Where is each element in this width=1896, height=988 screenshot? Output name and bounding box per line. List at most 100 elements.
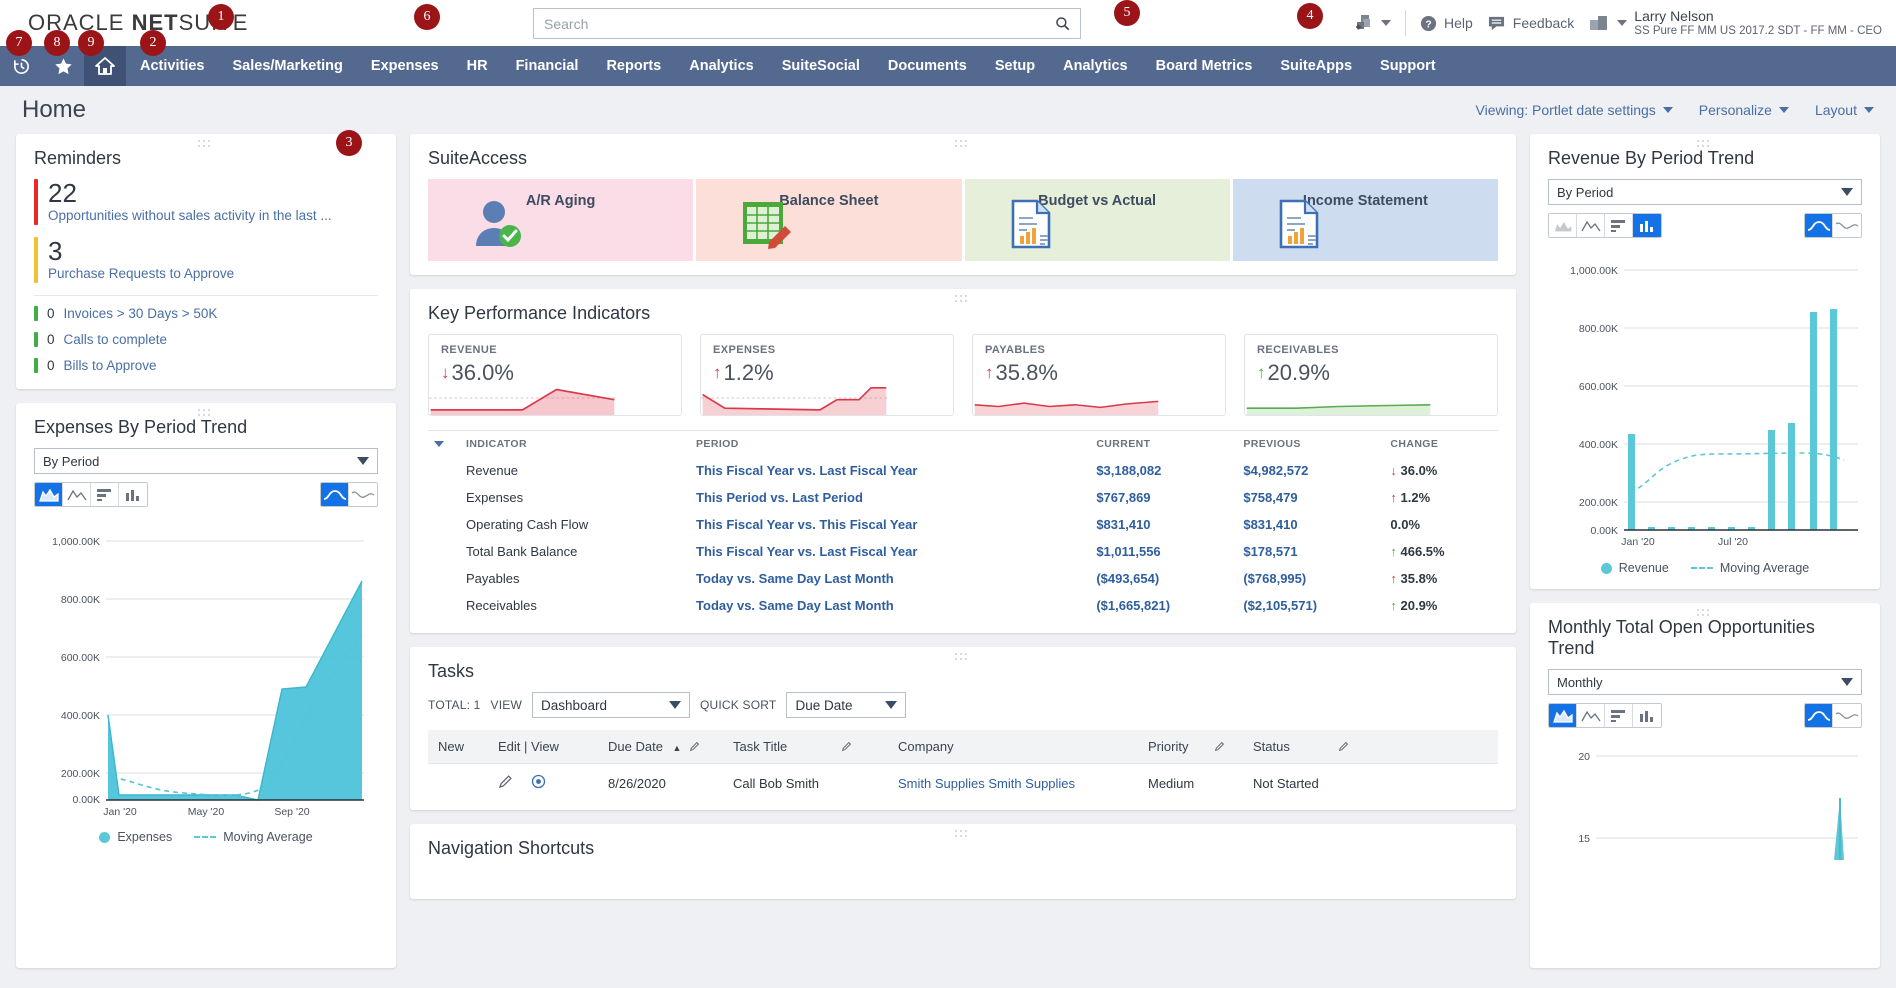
nav-item-reports[interactable]: Reports: [592, 46, 675, 86]
kpi-period[interactable]: Today vs. Same Day Last Month: [690, 592, 1090, 619]
pencil-icon[interactable]: [841, 741, 852, 752]
chart-type-hbar-button[interactable]: [1605, 214, 1633, 237]
reminder-list-item[interactable]: 0 Bills to Approve: [34, 358, 378, 373]
reminder-label[interactable]: Opportunities without sales activity in …: [48, 207, 332, 225]
kpi-col-indicator[interactable]: INDICATOR: [460, 431, 690, 458]
tasks-col-priority[interactable]: Priority: [1138, 730, 1243, 764]
nav-item-setup[interactable]: Setup: [981, 46, 1049, 86]
tasks-company[interactable]: Smith Supplies Smith Supplies: [888, 764, 1138, 803]
global-search[interactable]: [533, 8, 1081, 39]
reminder-label[interactable]: Calls to complete: [64, 332, 168, 347]
kpi-col-previous[interactable]: PREVIOUS: [1237, 431, 1384, 458]
kpi-table-row[interactable]: Receivables Today vs. Same Day Last Mont…: [428, 592, 1498, 619]
kpi-table-row[interactable]: Payables Today vs. Same Day Last Month (…: [428, 565, 1498, 592]
tasks-quicksort-select[interactable]: Due Date: [786, 692, 906, 718]
kpi-card-expenses[interactable]: EXPENSES ↑ 1.2%: [700, 334, 954, 416]
kpi-col-change[interactable]: CHANGE: [1384, 431, 1498, 458]
edit-pencil-icon[interactable]: [498, 774, 513, 789]
chart-type-hbar-button[interactable]: [91, 483, 119, 506]
chart-type-vbar-button[interactable]: [1633, 704, 1661, 727]
tasks-view-select[interactable]: Dashboard: [532, 692, 690, 718]
chart-type-hbar-button[interactable]: [1605, 704, 1633, 727]
kpi-table-row[interactable]: Operating Cash Flow This Fiscal Year vs.…: [428, 511, 1498, 538]
chart-type-vbar-button[interactable]: [1633, 214, 1661, 237]
chart-type-area-button[interactable]: [1549, 704, 1577, 727]
user-menu[interactable]: Larry Nelson SS Pure FF MM US 2017.2 SDT…: [1588, 8, 1882, 38]
help-link[interactable]: ? Help: [1420, 15, 1473, 32]
kpi-sort-toggle[interactable]: [428, 431, 460, 458]
kpi-table-row[interactable]: Revenue This Fiscal Year vs. Last Fiscal…: [428, 457, 1498, 484]
drag-handle-icon[interactable]: [1697, 609, 1713, 617]
kpi-period[interactable]: Today vs. Same Day Last Month: [690, 565, 1090, 592]
kpi-card-payables[interactable]: PAYABLES ↑ 35.8%: [972, 334, 1226, 416]
viewing-portlet-date-settings[interactable]: Viewing: Portlet date settings: [1476, 102, 1673, 118]
tasks-col-new[interactable]: New: [428, 730, 488, 764]
kpi-table-row[interactable]: Total Bank Balance This Fiscal Year vs. …: [428, 538, 1498, 565]
reminder-highlight[interactable]: 3 Purchase Requests to Approve: [34, 237, 378, 283]
kpi-period[interactable]: This Fiscal Year vs. Last Fiscal Year: [690, 538, 1090, 565]
chart-smooth-on-button[interactable]: [321, 483, 349, 506]
tasks-col-edit-view[interactable]: Edit | View: [488, 730, 598, 764]
tasks-col-company[interactable]: Company: [888, 730, 1138, 764]
quick-add-menu[interactable]: [1354, 14, 1391, 32]
chart-type-line-button[interactable]: [63, 483, 91, 506]
drag-handle-icon[interactable]: [1697, 140, 1713, 148]
personalize-menu[interactable]: Personalize: [1699, 102, 1789, 118]
chart-smooth-off-button[interactable]: [1833, 704, 1861, 727]
chart-type-line-button[interactable]: [1577, 214, 1605, 237]
reminder-label[interactable]: Bills to Approve: [64, 358, 157, 373]
nav-item-financial[interactable]: Financial: [502, 46, 593, 86]
chart-smooth-on-button[interactable]: [1805, 214, 1833, 237]
reminder-label[interactable]: Invoices > 30 Days > 50K: [64, 306, 218, 321]
pencil-icon[interactable]: [1214, 741, 1225, 752]
kpi-card-receivables[interactable]: RECEIVABLES ↑ 20.9%: [1244, 334, 1498, 416]
reminder-list-item[interactable]: 0 Invoices > 30 Days > 50K: [34, 306, 378, 321]
nav-item-suitesocial[interactable]: SuiteSocial: [768, 46, 874, 86]
kpi-col-current[interactable]: CURRENT: [1090, 431, 1237, 458]
tasks-col-task-title[interactable]: Task Title: [723, 730, 888, 764]
tile-ar-aging[interactable]: A/R Aging: [428, 179, 693, 261]
tile-balance-sheet[interactable]: Balance Sheet: [696, 179, 961, 261]
nav-item-expenses[interactable]: Expenses: [357, 46, 453, 86]
kpi-period[interactable]: This Fiscal Year vs. This Fiscal Year: [690, 511, 1090, 538]
reminder-label[interactable]: Purchase Requests to Approve: [48, 265, 234, 283]
kpi-period[interactable]: This Fiscal Year vs. Last Fiscal Year: [690, 457, 1090, 484]
opportunities-period-select[interactable]: Monthly: [1548, 669, 1862, 695]
feedback-link[interactable]: Feedback: [1487, 15, 1574, 32]
search-button[interactable]: [1044, 9, 1080, 38]
drag-handle-icon[interactable]: [198, 409, 214, 417]
chart-smooth-off-button[interactable]: [349, 483, 377, 506]
nav-item-activities[interactable]: Activities: [126, 46, 218, 86]
tasks-table-row[interactable]: 8/26/2020 Call Bob Smith Smith Supplies …: [428, 764, 1498, 803]
nav-item-suiteapps[interactable]: SuiteApps: [1266, 46, 1366, 86]
tasks-col-due-date[interactable]: Due Date ▲: [598, 730, 723, 764]
kpi-col-period[interactable]: PERIOD: [690, 431, 1090, 458]
nav-item-hr[interactable]: HR: [453, 46, 502, 86]
expenses-period-select[interactable]: By Period: [34, 448, 378, 474]
nav-item-board-metrics[interactable]: Board Metrics: [1142, 46, 1267, 86]
pencil-icon[interactable]: [1338, 741, 1349, 752]
pencil-icon[interactable]: [689, 741, 700, 752]
layout-menu[interactable]: Layout: [1815, 102, 1874, 118]
chart-type-area-button[interactable]: [1549, 214, 1577, 237]
drag-handle-icon[interactable]: [955, 830, 971, 838]
nav-item-sales-marketing[interactable]: Sales/Marketing: [218, 46, 356, 86]
drag-handle-icon[interactable]: [955, 140, 971, 148]
revenue-period-select[interactable]: By Period: [1548, 179, 1862, 205]
chart-smooth-on-button[interactable]: [1805, 704, 1833, 727]
kpi-period[interactable]: This Period vs. Last Period: [690, 484, 1090, 511]
nav-item-analytics[interactable]: Analytics: [675, 46, 767, 86]
search-input[interactable]: [534, 9, 1044, 38]
chart-smooth-off-button[interactable]: [1833, 214, 1861, 237]
nav-item-documents[interactable]: Documents: [874, 46, 981, 86]
tile-income-statement[interactable]: Income Statement: [1233, 179, 1498, 261]
nav-item-analytics-2[interactable]: Analytics: [1049, 46, 1141, 86]
tile-budget-vs-actual[interactable]: Budget vs Actual: [965, 179, 1230, 261]
chart-type-area-button[interactable]: [35, 483, 63, 506]
view-record-icon[interactable]: [531, 774, 546, 789]
drag-handle-icon[interactable]: [955, 653, 971, 661]
drag-handle-icon[interactable]: [955, 295, 971, 303]
nav-item-support[interactable]: Support: [1366, 46, 1450, 86]
chart-type-vbar-button[interactable]: [119, 483, 147, 506]
chart-type-line-button[interactable]: [1577, 704, 1605, 727]
